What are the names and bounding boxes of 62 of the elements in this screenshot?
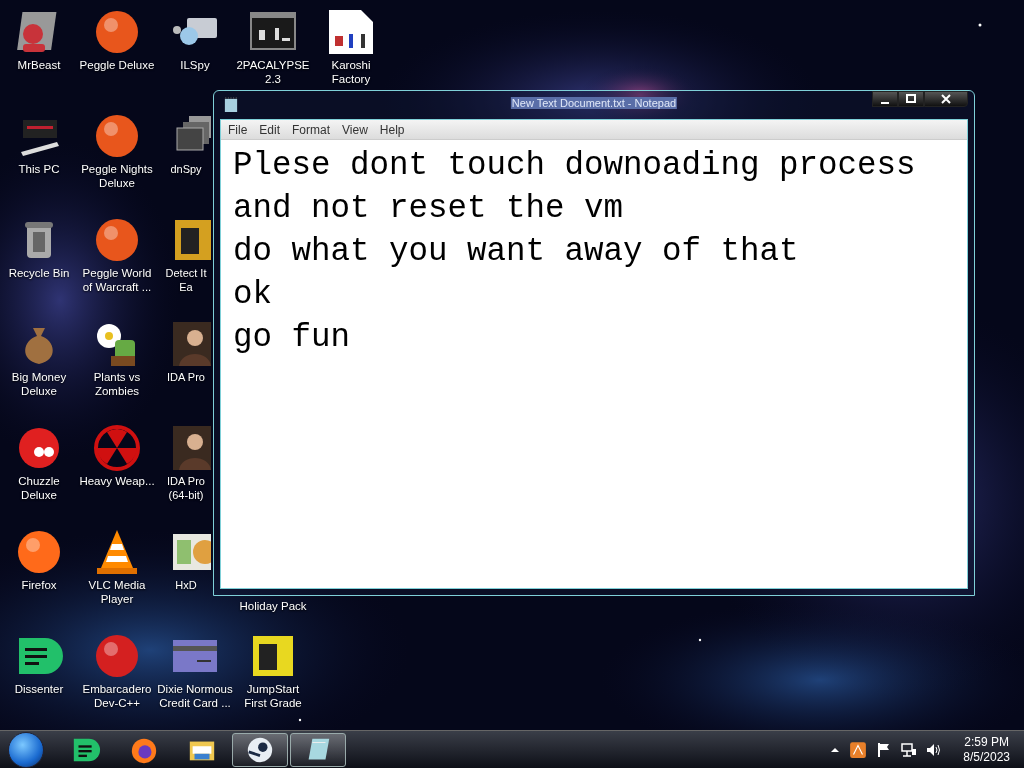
network-icon[interactable] [901,742,918,758]
text-line: ok [233,275,273,315]
text-line: do what you want away of that [233,232,800,272]
icon-label[interactable]: Recycle Bin [1,266,77,280]
menu-item[interactable]: Edit [253,122,287,137]
document-icon[interactable] [327,8,375,56]
minimize-button[interactable] [872,91,898,107]
icon-label[interactable]: Dixie Normous Credit Card ... [157,682,233,710]
ball-icon[interactable] [93,8,141,56]
text-area[interactable]: Plese dont touch downoading process and not reset the vm do what you want away of that ok go fun [221,139,967,588]
volume-icon[interactable] [926,742,943,758]
ball-icon[interactable] [15,528,63,576]
menu-item[interactable]: Help [373,122,411,137]
text-line: Plese dont touch downoading process [233,146,917,186]
radiation-icon[interactable] [93,424,141,472]
icon-label[interactable]: Detect It Ea [158,266,214,294]
icon-label[interactable]: IDA Pro (64-bit) [158,474,214,502]
start-button[interactable] [8,732,44,768]
icon-label[interactable]: Big Money Deluxe [1,370,77,398]
window-title: New Text Document.txt - Notepad [510,97,678,109]
ball-icon[interactable] [93,112,141,160]
icon-label[interactable]: VLC Media Player [79,578,155,606]
text-line: and not reset the vm [233,189,625,229]
icon-label[interactable]: Holiday Pack [235,599,311,613]
maximize-button[interactable] [898,91,924,107]
text-line: go fun [233,318,352,358]
menu-item[interactable]: File [222,122,254,137]
icon-label[interactable]: This PC [1,162,77,176]
taskbar-pad-button[interactable] [290,733,346,767]
icon-label[interactable]: Embarcadero Dev-C++ [79,682,155,710]
icon-label[interactable]: JumpStart First Grade [235,682,311,710]
ball-icon[interactable] [93,632,141,680]
clock[interactable]: 2:59 PM 8/5/2023 [963,735,1010,765]
maximize-icon [906,94,916,104]
clock-time: 2:59 PM [964,735,1009,750]
clock-date: 8/5/2023 [963,750,1010,765]
app-tray-icon[interactable] [849,741,868,759]
notepad-icon [224,97,238,113]
icon-label[interactable]: ILSpy [157,58,233,72]
close-button[interactable] [924,91,968,107]
menu-item[interactable]: View [336,122,374,137]
icon-label[interactable]: Karoshi Factory [313,58,389,86]
icon-label[interactable]: MrBeast [1,58,77,72]
icon-label[interactable]: Heavy Weap... [79,474,155,488]
menu-item[interactable]: Format [286,122,337,137]
icon-label[interactable]: HxD [158,578,214,592]
taskbar-steam-button[interactable] [232,733,288,767]
minimize-icon [881,102,889,104]
icon-label[interactable]: 2PACALYPSE 2.3 [235,58,311,86]
close-icon [941,94,951,104]
icon-label[interactable]: Peggle Nights Deluxe [79,162,155,190]
icon-label[interactable]: Chuzzle Deluxe [1,474,77,502]
icon-label[interactable]: Peggle World of Warcraft ... [79,266,155,294]
icon-label[interactable]: Dissenter [1,682,77,696]
show-hidden-icons-button[interactable] [830,745,841,755]
ball-icon[interactable] [93,216,141,264]
game-client-icon [245,735,275,765]
icon-label[interactable]: Peggle Deluxe [79,58,155,72]
icon-label[interactable]: Plants vs Zombies [79,370,155,398]
icon-label[interactable]: Firefox [1,578,77,592]
icon-label[interactable]: IDA Pro [158,370,214,384]
icon-label[interactable]: dnSpy [158,162,214,176]
